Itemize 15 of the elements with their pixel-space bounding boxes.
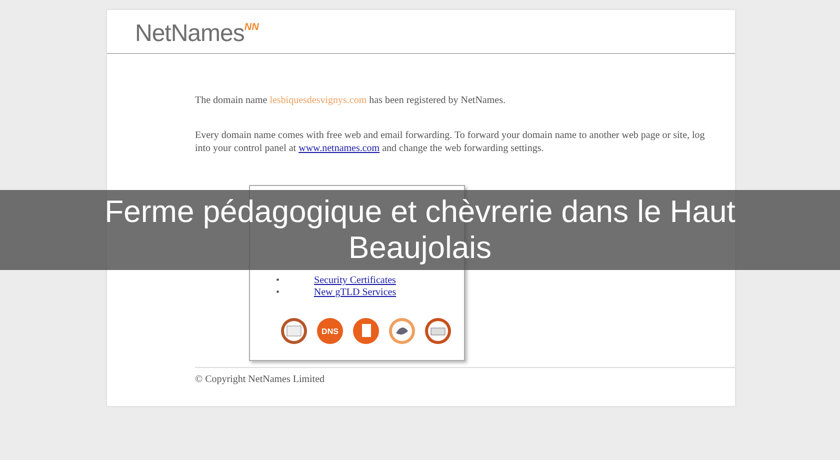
bullet-mark: •	[276, 275, 281, 287]
service-link[interactable]: Security Certificates	[286, 275, 424, 287]
title-banner: Ferme pédagogique et chèvrerie dans le Haut Beaujolais	[0, 190, 840, 270]
logo-text: NetNames	[135, 20, 244, 48]
copyright-text: © Copyright NetNames Limited	[195, 374, 325, 385]
card-icon	[280, 317, 308, 345]
document-icon	[352, 317, 380, 345]
server-icon	[424, 317, 452, 345]
registration-text: The domain name lesbiquesdesvignys.com has been registered by NetNames.	[195, 94, 506, 107]
forwarding-text: Every domain name comes with free web and email forwarding. To forward your domain name to another web page or site, log into your control panel at www.netnames.com and change the web forwarding settings.	[195, 129, 706, 155]
netnames-link[interactable]: www.netnames.com	[298, 143, 380, 154]
service-link[interactable]: New gTLD Services	[286, 287, 424, 299]
dns-icon: DNS	[316, 317, 344, 345]
logo-mark: NN	[244, 22, 259, 33]
bullet-mark: •	[276, 287, 281, 299]
